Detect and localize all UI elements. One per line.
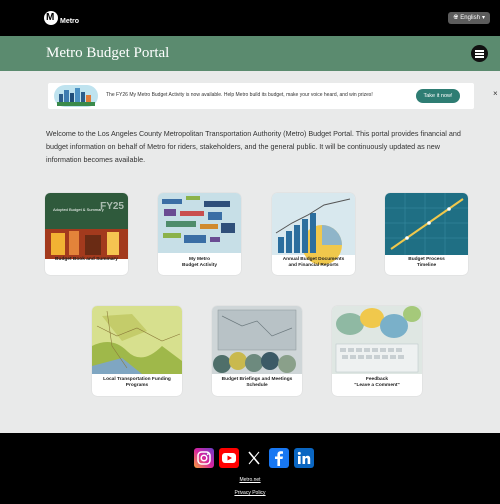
card-budget-activity[interactable]: My Metro Budget Activity bbox=[158, 193, 241, 275]
card-feedback[interactable]: Feedback "Leave a Comment" bbox=[332, 306, 422, 396]
youtube-icon[interactable] bbox=[219, 448, 239, 468]
metro-logo[interactable]: Metro bbox=[44, 10, 79, 25]
announcement-banner: The FY26 My Metro Budget Activity is now… bbox=[48, 83, 474, 109]
close-icon[interactable]: × bbox=[493, 89, 498, 98]
portal-header: Metro Budget Portal bbox=[0, 36, 500, 71]
card-label: My Metro Budget Activity bbox=[181, 257, 217, 268]
card-label: Budget Book and Summary bbox=[55, 257, 118, 262]
card-budget-briefings[interactable]: Budget Briefings and Meetings Schedule bbox=[212, 306, 302, 396]
chevron-down-icon: ▾ bbox=[481, 15, 485, 21]
card-label: Budget Process Timeline bbox=[408, 257, 445, 268]
footer-link-privacy[interactable]: Privacy Policy bbox=[0, 490, 500, 496]
social-links bbox=[194, 448, 314, 468]
hamburger-menu-icon[interactable] bbox=[471, 45, 488, 62]
x-icon[interactable] bbox=[244, 448, 264, 468]
card-thumb-title: Adopted Budget & Summary bbox=[53, 207, 104, 212]
language-label: English bbox=[460, 15, 480, 21]
language-selector[interactable]: 🌐︎ English ▾ bbox=[448, 12, 490, 24]
card-budget-book[interactable]: Adopted Budget & Summary FY25 Budget Boo… bbox=[45, 193, 128, 275]
card-label: Local Transportation Funding Programs bbox=[103, 377, 171, 388]
city-skyline-illustration bbox=[54, 85, 98, 107]
welcome-text: Welcome to the Los Angeles County Metrop… bbox=[46, 129, 461, 164]
metro-logo-icon bbox=[44, 10, 58, 25]
top-bar: Metro 🌐︎ English ▾ bbox=[0, 0, 500, 36]
card-label: Annual Budget Documents and Financial Re… bbox=[282, 257, 345, 268]
banner-message: The FY26 My Metro Budget Activity is now… bbox=[106, 92, 373, 98]
logo-text: Metro bbox=[60, 18, 80, 25]
card-local-funding[interactable]: Local Transportation Funding Programs bbox=[92, 306, 182, 396]
linkedin-icon[interactable] bbox=[294, 448, 314, 468]
globe-icon: 🌐︎ bbox=[453, 15, 459, 21]
facebook-icon[interactable] bbox=[269, 448, 289, 468]
footer-link-metro[interactable]: Metro.net bbox=[0, 477, 500, 483]
take-it-now-button[interactable]: Take it now! bbox=[416, 89, 460, 103]
card-thumb-year: FY25 bbox=[100, 201, 124, 212]
card-process-timeline[interactable]: Budget Process Timeline bbox=[385, 193, 468, 275]
card-label: Budget Briefings and Meetings Schedule bbox=[221, 377, 293, 388]
card-label: Feedback "Leave a Comment" bbox=[354, 377, 400, 388]
instagram-icon[interactable] bbox=[194, 448, 214, 468]
page-title: Metro Budget Portal bbox=[46, 45, 170, 61]
card-annual-documents[interactable]: Annual Budget Documents and Financial Re… bbox=[272, 193, 355, 275]
